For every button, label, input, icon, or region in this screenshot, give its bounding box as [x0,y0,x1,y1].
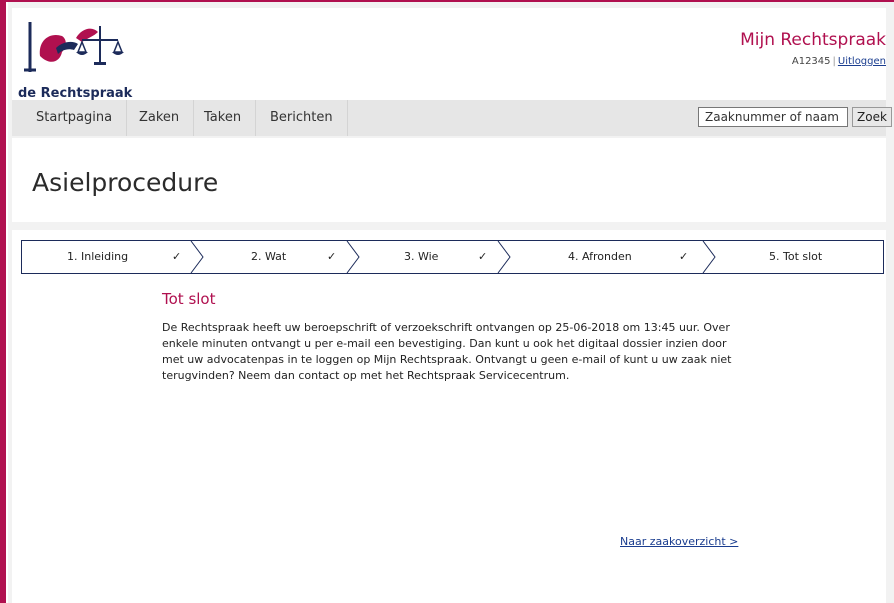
check-icon: ✓ [327,250,337,263]
page-title: Asielprocedure [32,168,219,197]
user-info: A12345 | Uitloggen [792,56,886,67]
nav-item-berichten[interactable]: Berichten [256,100,348,136]
case-overview-link[interactable]: Naar zaakoverzicht > [620,535,738,548]
user-id: A12345 [791,56,831,67]
chevron-right-icon [190,241,204,273]
step-progress-bar: 1. Inleiding ✓ 2. Wat ✓ 3. Wie ✓ 4. Afro… [21,240,884,274]
step-tot-slot[interactable]: 5. Tot slot [769,241,822,273]
step-wat[interactable]: 2. Wat [251,241,286,273]
check-icon: ✓ [172,250,182,263]
logo-text: de Rechtspraak [18,86,133,101]
frame-left-border [0,0,6,603]
logout-link[interactable]: Uitloggen [838,56,886,67]
justice-logo-icon [24,22,124,72]
title-area: Asielprocedure [12,138,886,222]
nav-item-taken[interactable]: Taken [190,100,257,136]
separator: | [832,56,836,67]
section-heading: Tot slot [162,290,216,308]
step-inleiding[interactable]: 1. Inleiding [67,241,128,273]
search-button[interactable]: Zoek [852,107,892,127]
confirmation-content: Tot slot De Rechtspraak heeft uw beroeps… [162,290,742,384]
rechtspraak-logo[interactable]: de Rechtspraak [16,18,136,101]
nav-item-startpagina[interactable]: Startpagina [22,100,128,136]
chevron-right-icon [346,241,360,273]
site-title: Mijn Rechtspraak [740,30,886,50]
nav-item-zaken[interactable]: Zaken [125,100,195,136]
search-input[interactable] [698,107,848,127]
chevron-right-icon [702,241,716,273]
step-afronden[interactable]: 4. Afronden [568,241,632,273]
main-content: 1. Inleiding ✓ 2. Wat ✓ 3. Wie ✓ 4. Afro… [12,230,886,603]
chevron-right-icon [497,241,511,273]
step-wie[interactable]: 3. Wie [404,241,438,273]
check-icon: ✓ [478,250,488,263]
header: de Rechtspraak Mijn Rechtspraak A12345 | U… [12,8,886,101]
confirmation-text: De Rechtspraak heeft uw beroepschrift of… [162,321,732,382]
check-icon: ✓ [679,250,689,263]
main-nav: Startpagina Zaken Taken Berichten Zoek [12,100,892,136]
